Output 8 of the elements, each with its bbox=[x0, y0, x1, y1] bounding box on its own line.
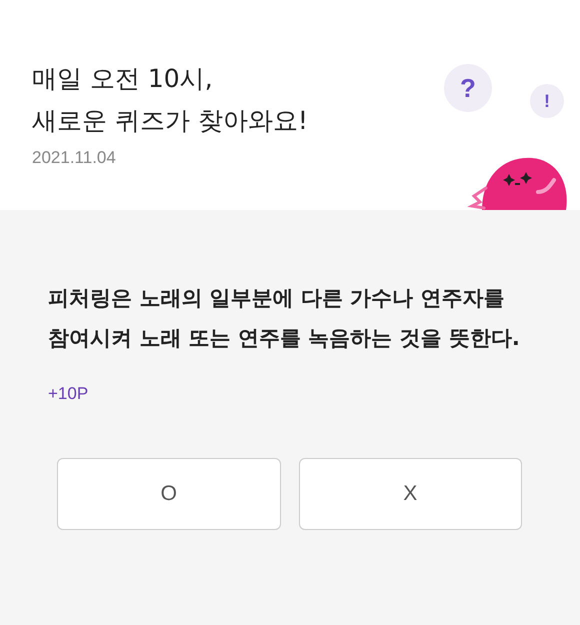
points-label: +10P bbox=[48, 384, 90, 404]
quiz-date: 2021.11.04 bbox=[32, 148, 117, 168]
answer-button[interactable]: O bbox=[57, 458, 280, 530]
exclamation-bubble: ! bbox=[530, 84, 564, 118]
question-bubble: ? bbox=[444, 64, 492, 112]
answer-button[interactable]: X bbox=[298, 458, 522, 530]
quiz-question: 피처링은 노래의 일부분에 다른 가수나 연주자를 참여시켜 노래 또는 연주를 녹음하는 것을 뜻한다. bbox=[48, 285, 521, 352]
quiz-title: 매일 오전 10시, 새로운 퀴즈가 찾아와요! bbox=[32, 63, 308, 137]
